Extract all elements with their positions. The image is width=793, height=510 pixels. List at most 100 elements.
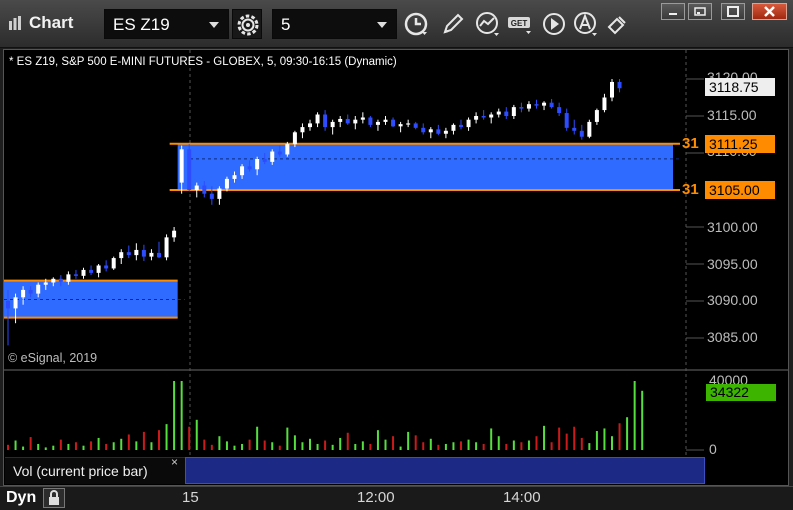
candle-body: [224, 178, 229, 189]
volume-legend-field: [185, 457, 705, 484]
candle-body: [511, 107, 516, 116]
candle-body: [58, 278, 63, 282]
candle-body: [587, 121, 592, 137]
candle-body: [28, 289, 33, 294]
price-axis-label: 3115.00: [707, 107, 757, 123]
candle-body: [459, 124, 463, 128]
candle-body: [323, 114, 328, 128]
candle-body: [610, 81, 614, 98]
candle-body: [549, 102, 554, 108]
candle-body: [451, 124, 456, 131]
candle-body: [119, 252, 124, 259]
candle-body: [43, 282, 48, 285]
current-volume-tag: 34322: [706, 384, 776, 401]
candle-body: [13, 297, 18, 309]
candle-body: [172, 230, 177, 238]
candle-body: [436, 129, 441, 134]
candle-body: [564, 113, 569, 128]
candle-body: [496, 111, 501, 115]
chart-subtitle: * ES Z19, S&P 500 E-MINI FUTURES - GLOBE…: [9, 56, 397, 68]
candle-body: [489, 114, 494, 118]
candle-body: [345, 118, 350, 124]
candle-body: [217, 188, 222, 199]
candle-body: [240, 166, 245, 176]
candle-body: [157, 252, 161, 258]
candle-body: [579, 130, 584, 137]
candle-body: [164, 237, 169, 258]
copyright-label: © eSignal, 2019: [8, 351, 98, 365]
candle-body: [330, 121, 335, 128]
candle-body: [594, 110, 599, 122]
price-axis-label: 3100.00: [707, 219, 758, 235]
candle-body: [270, 151, 275, 162]
candle-body: [413, 123, 418, 128]
candle-body: [247, 166, 252, 170]
candle-body: [338, 118, 343, 122]
candle-body: [534, 104, 539, 106]
candle-body: [504, 111, 509, 116]
candle-body: [474, 116, 479, 120]
current-price-tag: 3118.75: [705, 78, 775, 96]
candle-body: [602, 97, 607, 111]
candle-body: [6, 301, 10, 309]
candle-body: [526, 104, 531, 109]
candle-body: [262, 158, 267, 162]
candle-body: [398, 124, 403, 127]
candle-body: [187, 149, 192, 190]
dynamic-label: Dyn: [6, 489, 37, 506]
candle-body: [134, 249, 139, 256]
candle-body: [315, 114, 320, 124]
candle-body: [66, 274, 71, 282]
candle-body: [141, 249, 146, 257]
candle-body: [391, 119, 396, 127]
candle-body: [481, 116, 486, 118]
dynamic-lock-icon: [49, 490, 59, 505]
time-axis-bar: Dyn 15 12:00 14:00: [0, 486, 793, 510]
candle-body: [375, 121, 380, 125]
candle-body: [557, 107, 562, 114]
candle-body: [421, 127, 426, 133]
price-axis-label: 3085.00: [707, 329, 758, 345]
candle-body: [428, 129, 433, 133]
level-high-marker: 31: [682, 135, 699, 152]
level-low-tag: 3105.00: [705, 181, 775, 199]
candle-body: [519, 107, 524, 109]
candle-body: [36, 284, 41, 294]
time-axis-label: 14:00: [503, 489, 541, 506]
volume-legend-label: Vol (current price bar): [13, 463, 148, 479]
candle-body: [126, 252, 131, 256]
candle-body: [202, 185, 207, 194]
candle-body: [111, 258, 116, 269]
time-axis-label: 12:00: [357, 489, 395, 506]
volume-legend: Vol (current price bar): [5, 457, 185, 484]
range-zone: [177, 143, 673, 190]
candle-body: [360, 117, 365, 120]
legend-close-button[interactable]: ×: [171, 455, 178, 469]
candle-body: [104, 265, 109, 269]
price-axis-label: 3095.00: [707, 256, 758, 272]
chart-canvas: [4, 50, 788, 456]
dynamic-lock-button[interactable]: [43, 488, 65, 508]
time-axis-label: 15: [182, 489, 199, 506]
price-axis-label: 3090.00: [707, 292, 758, 308]
candle-body: [232, 175, 237, 179]
candle-body: [300, 127, 305, 133]
candle-body: [255, 158, 260, 170]
candle-body: [292, 132, 297, 145]
candle-body: [572, 127, 577, 131]
candle-body: [73, 274, 78, 276]
candle-body: [368, 117, 373, 125]
candle-body: [285, 144, 290, 155]
candle-body: [51, 278, 56, 283]
volume-axis-label: 0: [709, 441, 717, 457]
candle-body: [308, 123, 312, 128]
candle-body: [353, 119, 358, 124]
candle-body: [466, 119, 471, 128]
candle-body: [383, 119, 388, 122]
candle-body: [277, 151, 282, 155]
candle-body: [617, 81, 622, 89]
level-high-tag: 3111.25: [705, 135, 775, 153]
candle-body: [149, 252, 154, 257]
candle-body: [81, 269, 86, 276]
candle-body: [443, 130, 448, 134]
